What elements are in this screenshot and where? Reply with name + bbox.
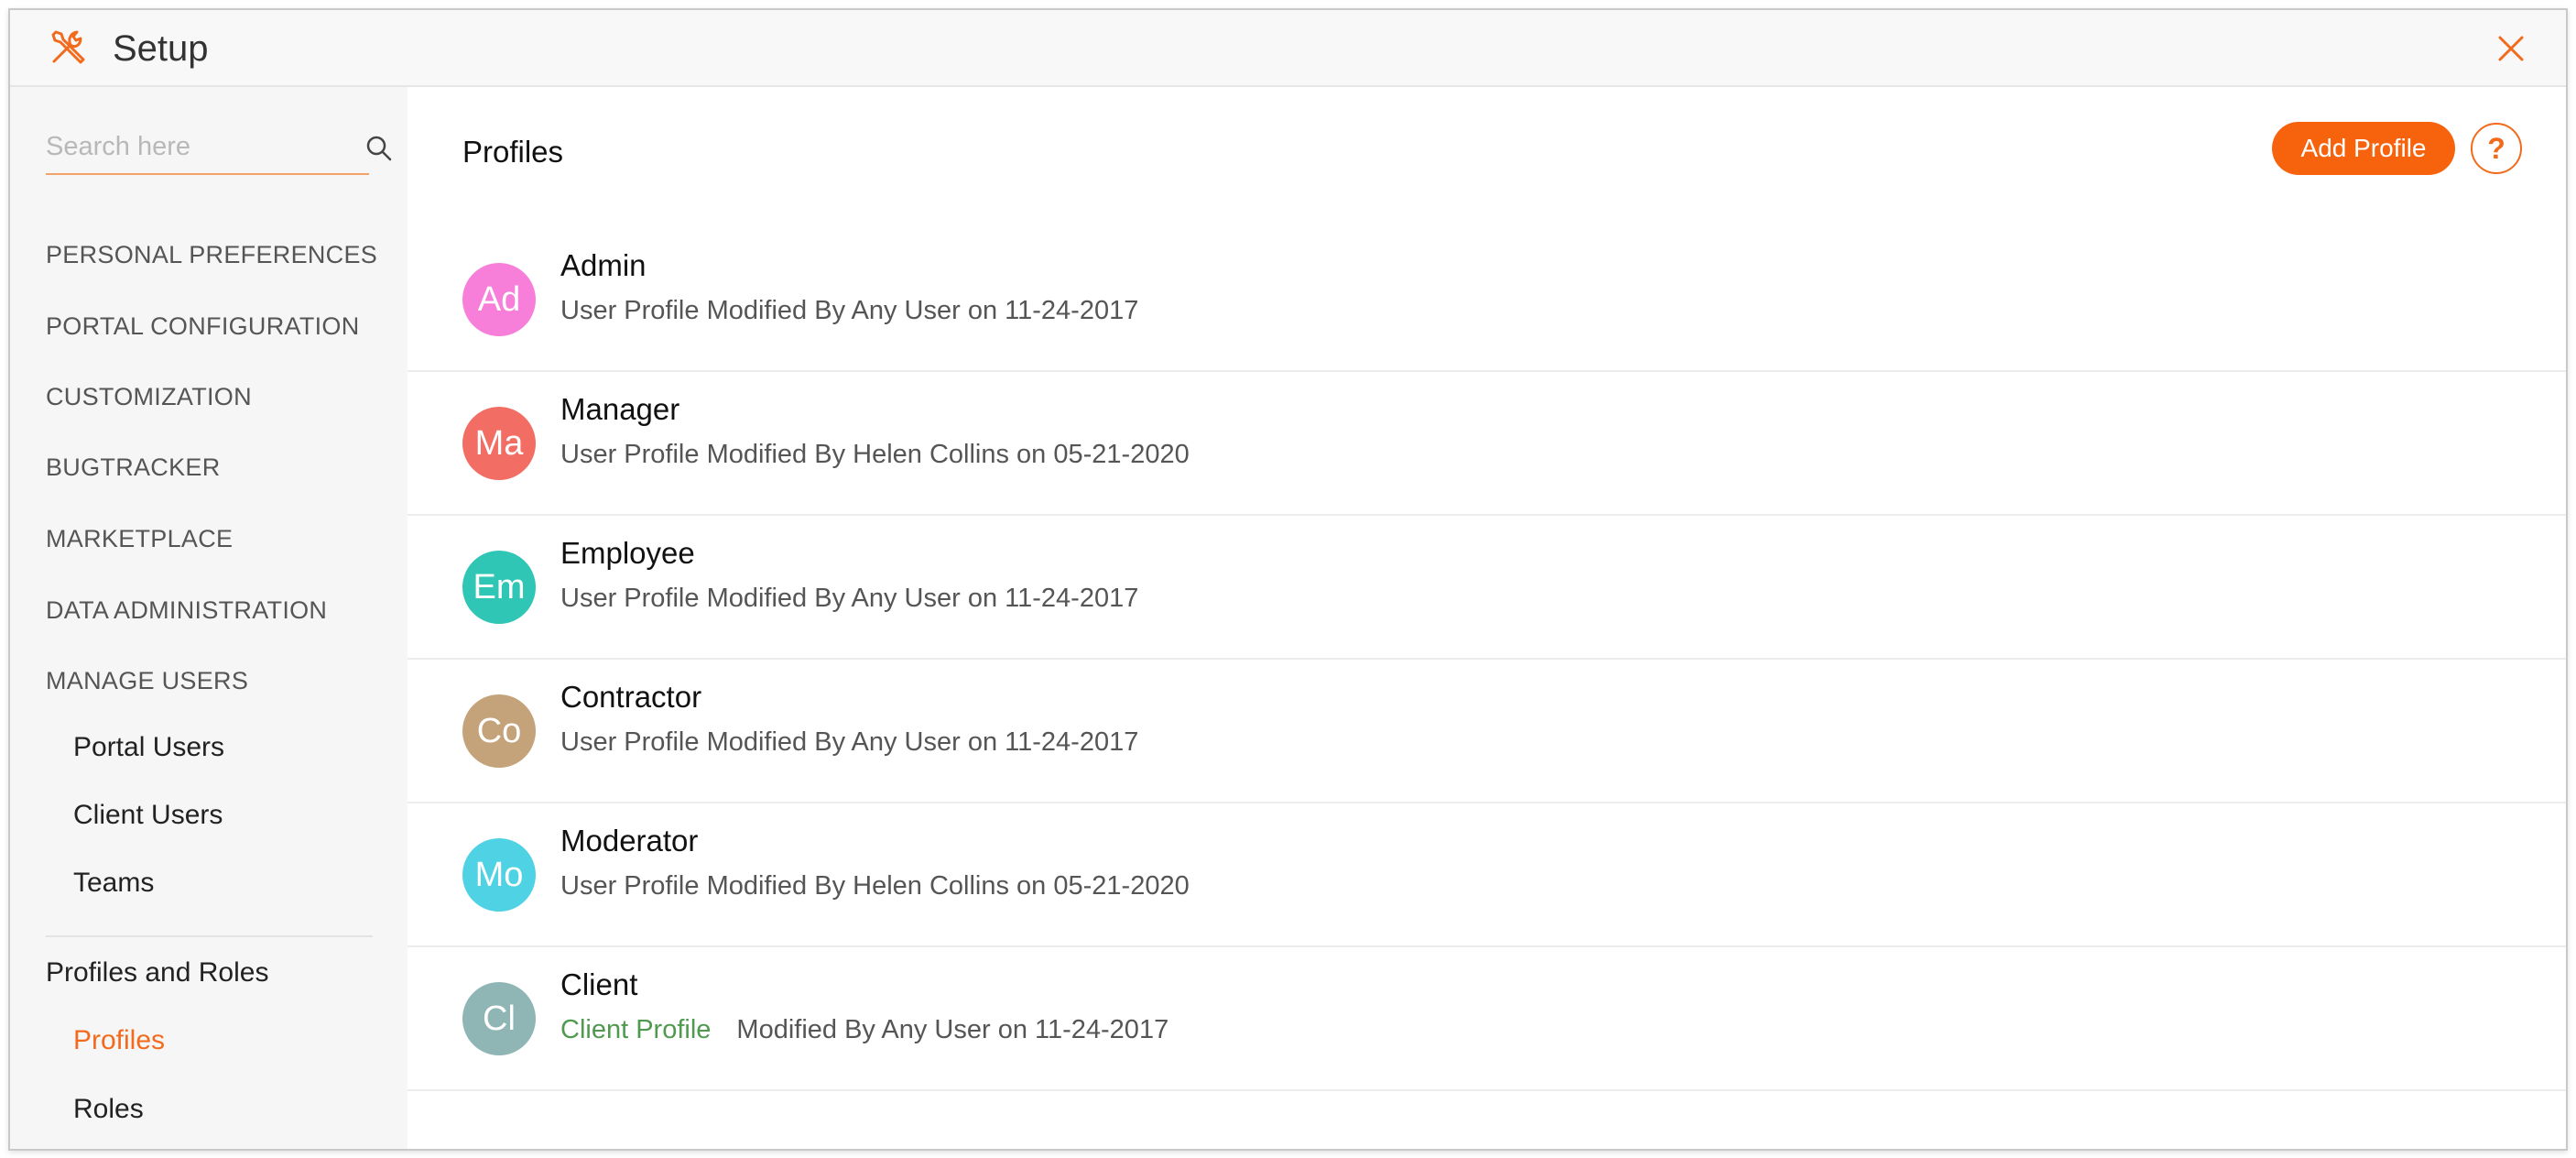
profile-name[interactable]: Moderator (560, 824, 698, 858)
profile-type: User Profile (560, 584, 700, 613)
profile-name[interactable]: Employee (560, 536, 695, 571)
nav-bugtracker[interactable]: BUGTRACKER (46, 453, 221, 482)
search-box (46, 124, 369, 175)
close-icon[interactable] (2496, 34, 2526, 63)
search-input[interactable] (46, 124, 321, 169)
profile-row-manager[interactable]: Ma Manager User Profile Modified By Hele… (408, 372, 2566, 516)
nav-manage-users[interactable]: MANAGE USERS (46, 667, 248, 695)
profile-type: User Profile (560, 296, 700, 325)
profile-row-client[interactable]: Cl Client Client Profile Modified By Any … (408, 947, 2566, 1091)
nav-profiles[interactable]: Profiles (73, 1025, 165, 1056)
window-title: Setup (113, 28, 209, 69)
profile-modified: Modified By Any User on 11-24-2017 (736, 1015, 1169, 1044)
page-title: Profiles (462, 135, 564, 169)
profile-modified: Modified By Any User on 11-24-2017 (706, 727, 1139, 757)
profile-modified: Modified By Any User on 11-24-2017 (706, 296, 1139, 325)
help-button[interactable]: ? (2471, 123, 2522, 174)
avatar: Co (462, 694, 536, 768)
profile-type: Client Profile (560, 1015, 712, 1044)
profile-name[interactable]: Admin (560, 248, 647, 283)
profile-type: User Profile (560, 440, 700, 469)
sidebar: PERSONAL PREFERENCES PORTAL CONFIGURATIO… (10, 87, 408, 1149)
profile-meta: User Profile Modified By Any User on 11-… (560, 584, 1138, 614)
profile-row-moderator[interactable]: Mo Moderator User Profile Modified By He… (408, 803, 2566, 947)
nav-personal-preferences[interactable]: PERSONAL PREFERENCES (46, 241, 377, 269)
profile-name[interactable]: Client (560, 967, 637, 1002)
profile-row-admin[interactable]: Ad Admin User Profile Modified By Any Us… (408, 228, 2566, 372)
profile-meta: User Profile Modified By Any User on 11-… (560, 727, 1138, 758)
avatar: Cl (462, 982, 536, 1055)
profile-name[interactable]: Manager (560, 392, 679, 427)
profile-modified: Modified By Helen Collins on 05-21-2020 (706, 440, 1190, 469)
avatar: Mo (462, 838, 536, 912)
profile-meta: User Profile Modified By Helen Collins o… (560, 871, 1190, 901)
setup-window: Setup PERSONAL PREFERENCES PORTAL CONFIG… (8, 8, 2568, 1151)
add-profile-button[interactable]: Add Profile (2272, 122, 2455, 175)
profile-meta: User Profile Modified By Any User on 11-… (560, 296, 1138, 326)
profile-type: User Profile (560, 871, 700, 901)
search-icon[interactable] (365, 135, 393, 162)
profile-modified: Modified By Helen Collins on 05-21-2020 (706, 871, 1190, 901)
avatar: Em (462, 551, 536, 624)
main-content: Profiles Add Profile ? Ad Admin User Pro… (408, 87, 2566, 1149)
profile-modified: Modified By Any User on 11-24-2017 (706, 584, 1139, 613)
nav-teams[interactable]: Teams (73, 868, 154, 899)
profile-meta: Client Profile Modified By Any User on 11… (560, 1015, 1168, 1045)
nav-portal-configuration[interactable]: PORTAL CONFIGURATION (46, 312, 360, 341)
tools-icon (51, 30, 85, 64)
nav-data-administration[interactable]: DATA ADMINISTRATION (46, 596, 327, 625)
nav-divider (46, 935, 373, 937)
nav-profiles-and-roles[interactable]: Profiles and Roles (46, 957, 268, 989)
profile-list: Ad Admin User Profile Modified By Any Us… (408, 228, 2566, 1091)
profile-row-contractor[interactable]: Co Contractor User Profile Modified By A… (408, 660, 2566, 803)
header-bar: Setup (10, 10, 2566, 87)
profile-name[interactable]: Contractor (560, 680, 701, 715)
nav-customization[interactable]: CUSTOMIZATION (46, 383, 252, 411)
nav-marketplace[interactable]: MARKETPLACE (46, 525, 233, 553)
nav-portal-users[interactable]: Portal Users (73, 732, 224, 763)
profile-row-employee[interactable]: Em Employee User Profile Modified By Any… (408, 516, 2566, 660)
profile-meta: User Profile Modified By Helen Collins o… (560, 440, 1190, 470)
avatar: Ad (462, 263, 536, 336)
nav-client-users[interactable]: Client Users (73, 800, 223, 831)
profile-type: User Profile (560, 727, 700, 757)
nav-roles[interactable]: Roles (73, 1094, 144, 1125)
avatar: Ma (462, 407, 536, 480)
